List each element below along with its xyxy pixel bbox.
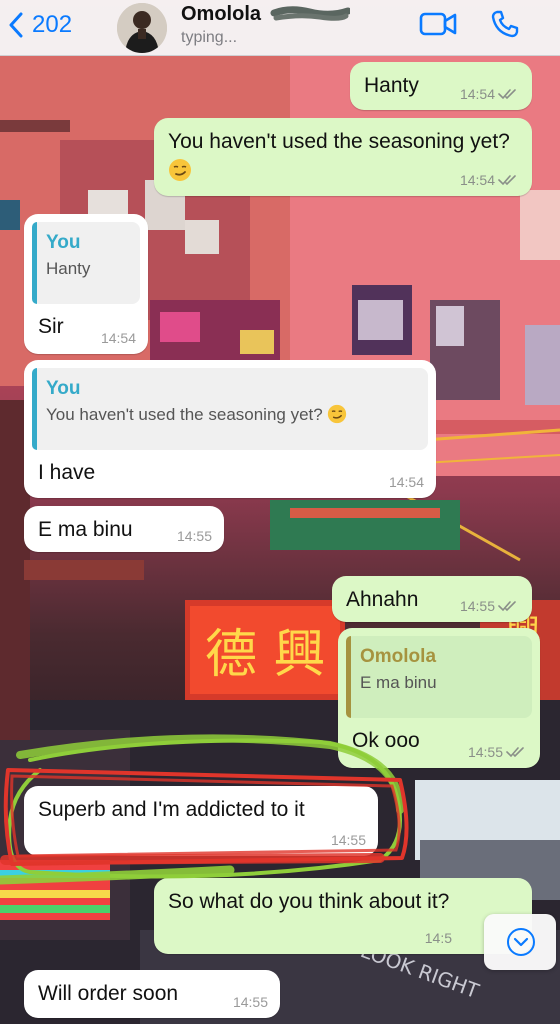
message-time: 14:55 <box>176 528 212 544</box>
message-meta: 14:55 <box>460 598 520 614</box>
quote-author: Omolola <box>360 646 437 667</box>
message-meta: 14:54 <box>460 86 520 102</box>
message-time: 14:54 <box>459 172 495 188</box>
quote-text: You haven't used the seasoning yet? <box>46 402 418 428</box>
double-check-icon <box>506 747 524 758</box>
chat-header: 202 Omolola typing... <box>0 0 560 56</box>
outgoing-message[interactable]: So what do you think about it? 14:5 <box>154 878 532 954</box>
incoming-message[interactable]: Superb and I'm addicted to it 14:55 <box>24 786 378 856</box>
quoted-reply[interactable]: Omolola E ma binu <box>346 636 532 718</box>
chevron-left-icon <box>9 12 23 38</box>
quote-author: You <box>46 232 81 253</box>
message-text: I have <box>38 461 96 484</box>
typing-status: typing... <box>181 29 238 46</box>
message-time: 14:54 <box>388 474 424 490</box>
outgoing-message[interactable]: Ahnahn 14:55 <box>332 576 532 622</box>
outgoing-message[interactable]: You haven't used the seasoning yet? 14:5… <box>154 118 532 196</box>
chevron-down-circle-icon <box>507 928 535 956</box>
contact-name[interactable]: Omolola <box>181 3 261 26</box>
quoted-reply[interactable]: You Hanty <box>32 222 140 304</box>
quoted-reply[interactable]: You You haven't used the seasoning yet? <box>32 368 428 450</box>
message-text: Superb and I'm addicted to it <box>38 798 305 821</box>
incoming-message[interactable]: You You haven't used the seasoning yet? … <box>24 360 436 498</box>
unread-count: 202 <box>32 11 73 38</box>
message-meta: 14:54 <box>460 172 520 188</box>
double-check-icon <box>498 601 516 612</box>
incoming-message[interactable]: You Hanty Sir 14:54 <box>24 214 148 354</box>
message-meta: 14:55 <box>468 744 528 760</box>
svg-text:德 興: 德 興 <box>205 625 326 685</box>
message-meta: 14:54 <box>101 330 136 346</box>
message-text: So what do you think about it? <box>168 890 450 913</box>
redaction-scribble <box>270 6 350 21</box>
message-time: 14:54 <box>100 330 136 346</box>
message-time: 14:55 <box>232 994 268 1010</box>
quote-text: Hanty <box>46 259 91 278</box>
phone-icon <box>491 10 519 38</box>
message-meta: 14:54 <box>389 474 424 490</box>
incoming-message[interactable]: E ma binu 14:55 <box>24 506 224 552</box>
message-time: 14:54 <box>459 86 495 102</box>
smirking-face-icon <box>328 404 347 424</box>
outgoing-message[interactable]: Omolola E ma binu Ok ooo 14:55 <box>338 628 540 768</box>
message-time: 14:55 <box>459 598 495 614</box>
smirking-face-icon <box>169 159 191 181</box>
double-check-icon <box>498 89 516 100</box>
incoming-message[interactable]: Will order soon 14:55 <box>24 970 280 1018</box>
voice-call-button[interactable] <box>490 9 520 39</box>
quote-author: You <box>46 378 81 399</box>
video-camera-icon <box>419 12 457 36</box>
double-check-icon <box>498 175 516 186</box>
video-call-button[interactable] <box>419 11 457 37</box>
message-time: 14:55 <box>330 832 366 848</box>
message-meta: 14:55 <box>331 832 366 848</box>
message-meta: 14:5 <box>425 930 452 946</box>
message-time: 14:5 <box>424 930 452 946</box>
message-meta: 14:55 <box>177 528 212 544</box>
scroll-to-bottom-button[interactable] <box>484 914 556 970</box>
contact-avatar[interactable] <box>117 3 167 53</box>
quote-text: E ma binu <box>360 673 437 692</box>
back-button[interactable]: 202 <box>8 8 72 42</box>
outgoing-message[interactable]: Hanty 14:54 <box>350 62 532 110</box>
message-meta: 14:55 <box>233 994 268 1010</box>
message-time: 14:55 <box>467 744 503 760</box>
